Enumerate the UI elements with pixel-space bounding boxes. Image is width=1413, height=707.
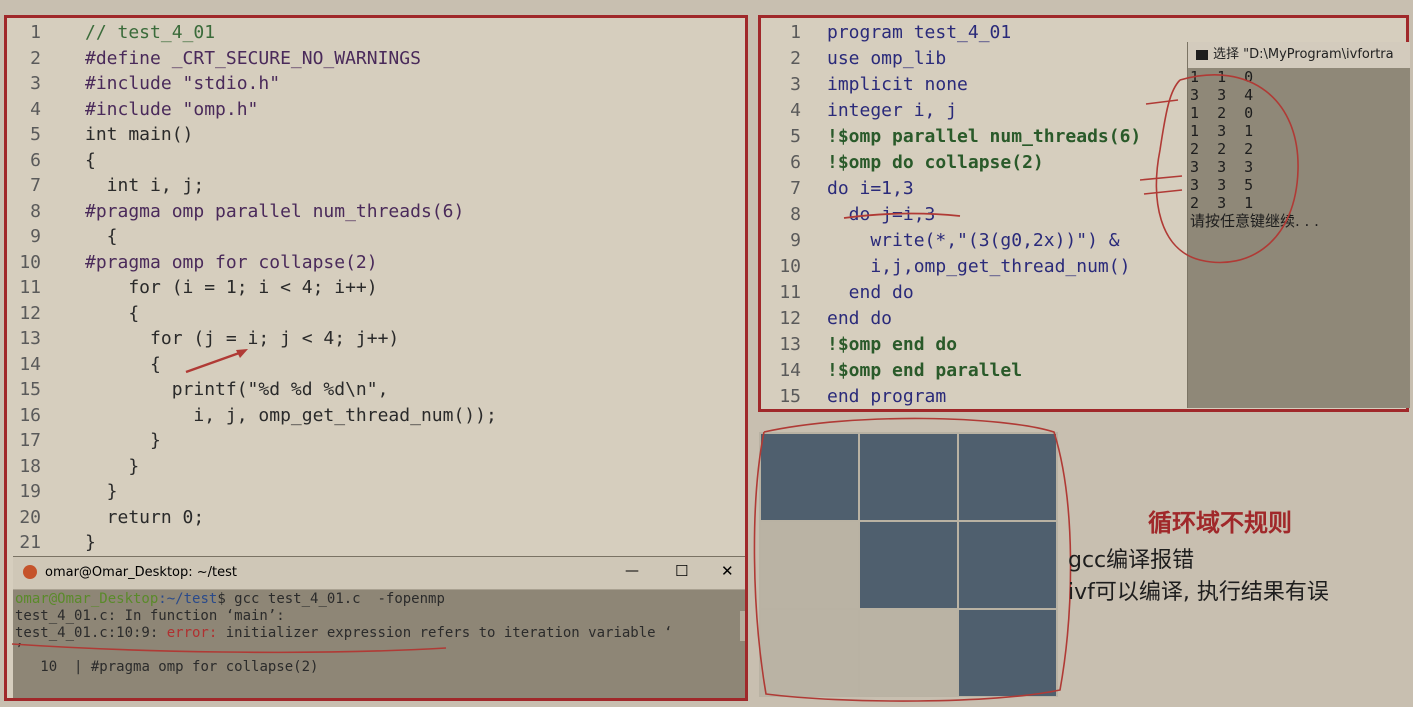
code-line: { (85, 302, 140, 324)
arrow-annotation (185, 349, 248, 374)
line-number: 7 (790, 178, 801, 199)
line-number: 7 (30, 175, 41, 196)
code-line: end do (827, 308, 893, 329)
line-number: 21 (19, 532, 41, 553)
code-line: { (85, 353, 161, 375)
line-number: 19 (19, 481, 41, 502)
close-button[interactable]: ✕ (721, 562, 734, 580)
line-number: 11 (19, 277, 41, 298)
compile-line-number: 10 (40, 659, 58, 675)
code-line: #define _CRT_SECURE_NO_WARNINGS (85, 47, 421, 69)
code-line: i,j,omp_get_thread_num() (827, 256, 1131, 277)
terminal-titlebar: omar@Omar_Desktop: ~/test — ☐ ✕ (13, 557, 745, 590)
note-heading: 循环域不规则 (1148, 509, 1292, 537)
code-line: end do (827, 282, 914, 303)
terminal-app-icon (23, 565, 37, 579)
line-number: 5 (790, 126, 801, 147)
line-number: 3 (790, 74, 801, 95)
error-underline (11, 643, 447, 654)
line-number: 1 (790, 22, 801, 43)
line-number: 8 (30, 200, 41, 222)
line-number: 2 (790, 48, 801, 69)
code-line: program test_4_01 (827, 22, 1012, 43)
code-line: !$omp do collapse(2) (827, 152, 1044, 173)
code-line: #include "stdio.h" (85, 73, 281, 94)
line-number: 14 (779, 360, 801, 381)
note-line-2: ivf可以编译, 执行结果有误 (1068, 580, 1329, 605)
line-number: 15 (779, 386, 801, 407)
line-number: 9 (790, 230, 801, 251)
code-line: int i, j; (85, 175, 205, 196)
line-number: 16 (19, 404, 41, 426)
line-number: 9 (30, 226, 41, 247)
code-line: #pragma omp parallel num_threads(6) (85, 200, 465, 222)
console-circle-annotation (1140, 74, 1299, 264)
code-line: integer i, j (827, 100, 958, 121)
prompt-path: :~/test (158, 591, 218, 607)
line-number: 8 (790, 204, 801, 225)
line-number: 14 (19, 353, 41, 375)
minimize-button[interactable]: — (625, 563, 639, 579)
terminal-output: omar@Omar_Desktop:~/test$ gcc test_4_01.… (15, 591, 673, 675)
c-code-editor[interactable]: 1 // test_4_01 2 #define _CRT_SECURE_NO_WAR… (4, 15, 748, 701)
terminal-window[interactable]: omar@Omar_Desktop: ~/test — ☐ ✕ omar@Oma… (13, 556, 745, 698)
compile-msg-function: test_4_01.c: In function ‘main’: (15, 608, 285, 624)
compile-line-code: #pragma omp for collapse(2) (90, 659, 319, 675)
line-number: 12 (779, 308, 801, 329)
note-line-1: gcc编译报错 (1068, 548, 1195, 573)
code-line: !$omp end parallel (827, 360, 1023, 381)
line-number: 6 (790, 152, 801, 173)
code-line: #pragma omp for collapse(2) (85, 251, 378, 273)
line-number: 15 (19, 379, 41, 400)
code-line: return 0; (85, 506, 205, 528)
code-line: } (85, 532, 96, 553)
prompt-command: $ gcc test_4_01.c -fopenmp (217, 591, 445, 607)
code-line: !$omp parallel num_threads(6) (827, 126, 1142, 147)
code-line: { (85, 149, 96, 171)
line-number: 6 (30, 149, 41, 171)
code-line: #include "omp.h" (85, 98, 259, 120)
terminal-title: omar@Omar_Desktop: ~/test (45, 565, 237, 580)
maximize-button[interactable]: ☐ (675, 562, 688, 580)
line-number: 3 (30, 73, 41, 94)
code-line: // test_4_01 (85, 22, 216, 43)
code-line: } (85, 430, 161, 451)
code-line: } (85, 455, 140, 477)
code-line: implicit none (827, 74, 968, 95)
line-number: 12 (19, 302, 41, 324)
code-line: end program (827, 386, 947, 407)
code-line: write(*,"(3(g0,2x))") & (827, 230, 1120, 251)
line-number: 18 (19, 455, 41, 477)
code-line: !$omp end do (827, 334, 958, 355)
grid-circle-annotation (753, 417, 1072, 702)
code-line: for (i = 1; i < 4; i++) (85, 277, 378, 298)
code-line: int main() (85, 124, 194, 145)
code-line: { (85, 226, 118, 247)
do-underline (843, 212, 961, 219)
line-number: 13 (19, 328, 41, 349)
line-number: 4 (790, 100, 801, 121)
code-line: do i=1,3 (827, 178, 914, 199)
line-number: 5 (30, 124, 41, 145)
line-number: 17 (19, 430, 41, 451)
code-line: } (85, 481, 118, 502)
line-number: 13 (779, 334, 801, 355)
line-number: 20 (19, 506, 41, 528)
line-number: 10 (19, 251, 41, 273)
line-number: 11 (779, 282, 801, 303)
line-number: 1 (30, 22, 41, 43)
code-line: i, j, omp_get_thread_num()); (85, 404, 497, 426)
line-number: 10 (779, 256, 801, 277)
line-number: 2 (30, 47, 41, 69)
code-line: use omp_lib (827, 48, 947, 69)
console-icon (1196, 49, 1208, 60)
line-number: 4 (30, 98, 41, 120)
code-line: printf("%d %d %d\n", (85, 379, 389, 400)
prompt-user: omar@Omar_Desktop (15, 591, 159, 607)
